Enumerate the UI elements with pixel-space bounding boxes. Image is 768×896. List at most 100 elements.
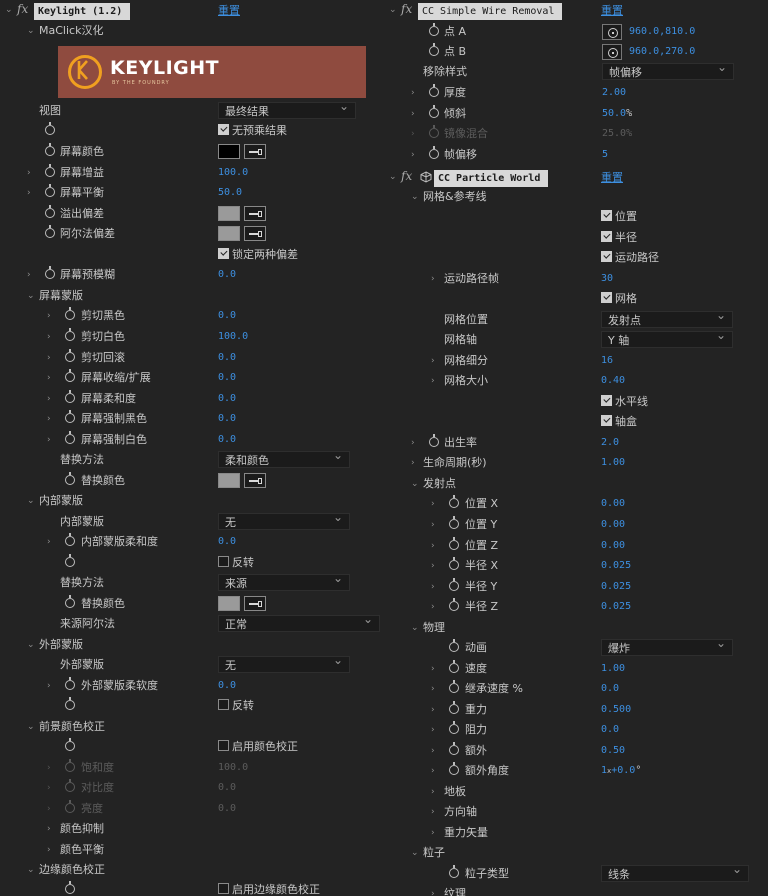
- producer-group[interactable]: ⌄ 发射点: [384, 474, 768, 494]
- enable-edge-correction-checkbox[interactable]: 启用边缘颜色校正: [218, 880, 320, 896]
- removal-style-dropdown[interactable]: 帧偏移: [602, 59, 734, 80]
- longevity-value[interactable]: 1.00: [601, 453, 625, 473]
- expand-arrow-icon[interactable]: ›: [431, 536, 435, 556]
- stopwatch-icon[interactable]: [429, 84, 439, 97]
- source-alpha-dropdown[interactable]: 正常: [218, 611, 380, 632]
- param-value[interactable]: 0.00: [601, 494, 625, 514]
- outside-mask-group[interactable]: ⌄ 外部蒙版: [0, 635, 384, 655]
- stopwatch-icon[interactable]: [65, 881, 75, 894]
- point-a-value[interactable]: 960.0,810.0: [629, 22, 695, 42]
- point-b-value[interactable]: 960.0,270.0: [629, 42, 695, 62]
- param-value[interactable]: 0.00: [601, 536, 625, 556]
- guide-radius-checkbox[interactable]: 半径: [601, 228, 637, 248]
- expand-arrow-icon[interactable]: ›: [411, 453, 415, 473]
- extra-angle-degrees[interactable]: +0.0: [611, 765, 635, 776]
- effect-name-keylight[interactable]: Keylight (1.2): [34, 3, 131, 20]
- stopwatch-icon[interactable]: [45, 143, 55, 156]
- expand-arrow-icon[interactable]: ›: [431, 269, 435, 289]
- effect-name-wire-removal[interactable]: CC Simple Wire Removal: [418, 3, 563, 20]
- stopwatch-icon[interactable]: [65, 369, 75, 382]
- resistance-value[interactable]: 0.0: [601, 720, 619, 740]
- crosshair-icon[interactable]: [602, 44, 622, 60]
- collapse-arrow-icon[interactable]: ⌄: [389, 172, 397, 182]
- particle-group[interactable]: ⌄ 粒子: [384, 843, 768, 863]
- inside-replace-method-dropdown[interactable]: 来源: [218, 570, 350, 591]
- expand-arrow-icon[interactable]: ›: [431, 823, 435, 843]
- collapse-arrow-icon[interactable]: ⌄: [27, 860, 35, 880]
- collapse-arrow-icon[interactable]: ⌄: [27, 286, 35, 306]
- param-value[interactable]: 0.025: [601, 556, 631, 576]
- stopwatch-icon[interactable]: [65, 595, 75, 608]
- checkbox-checked-icon[interactable]: [601, 231, 612, 242]
- stopwatch-icon[interactable]: [449, 865, 459, 878]
- replace-colour-swatch[interactable]: [218, 473, 240, 488]
- collapse-arrow-icon[interactable]: ⌄: [27, 491, 35, 511]
- collapse-arrow-icon[interactable]: ⌄: [411, 618, 419, 638]
- screen-preblur-value[interactable]: 0.0: [218, 265, 236, 285]
- screen-colour-swatch[interactable]: [218, 144, 240, 159]
- gravity-value[interactable]: 0.500: [601, 700, 631, 720]
- about-group[interactable]: ⌄ MaClick汉化: [0, 21, 384, 41]
- screen-balance-value[interactable]: 50.0: [218, 183, 242, 203]
- expand-arrow-icon[interactable]: ›: [47, 327, 51, 347]
- stopwatch-icon[interactable]: [429, 434, 439, 447]
- reset-button[interactable]: 重置: [601, 167, 623, 189]
- expand-arrow-icon[interactable]: ›: [431, 556, 435, 576]
- eyedropper-icon[interactable]: [244, 226, 266, 241]
- collapse-arrow-icon[interactable]: ⌄: [411, 474, 419, 494]
- fx-toggle-icon[interactable]: fx: [401, 169, 412, 183]
- stopwatch-icon[interactable]: [65, 349, 75, 362]
- expand-arrow-icon[interactable]: ›: [431, 577, 435, 597]
- param-value[interactable]: 0.0: [218, 430, 236, 450]
- stopwatch-icon[interactable]: [449, 742, 459, 755]
- inside-mask-dropdown[interactable]: 无: [218, 509, 350, 530]
- particle-type-dropdown[interactable]: 线条: [601, 861, 749, 882]
- eyedropper-icon[interactable]: [244, 473, 266, 488]
- stopwatch-icon[interactable]: [65, 472, 75, 485]
- stopwatch-icon[interactable]: [429, 43, 439, 56]
- expand-arrow-icon[interactable]: ›: [47, 409, 51, 429]
- expand-arrow-icon[interactable]: ›: [431, 351, 435, 371]
- stopwatch-icon[interactable]: [449, 495, 459, 508]
- colour-balancing-row[interactable]: › 颜色平衡: [0, 840, 384, 860]
- eyedropper-icon[interactable]: [244, 144, 266, 159]
- expand-arrow-icon[interactable]: ›: [431, 761, 435, 781]
- param-value[interactable]: 100.0: [218, 327, 248, 347]
- stopwatch-icon[interactable]: [45, 164, 55, 177]
- outside-invert-checkbox[interactable]: 反转: [218, 696, 254, 716]
- inherit-velocity-value[interactable]: 0.0: [601, 679, 619, 699]
- checkbox-checked-icon[interactable]: [601, 395, 612, 406]
- texture-row[interactable]: › 纹理: [384, 884, 768, 896]
- expand-arrow-icon[interactable]: ›: [431, 679, 435, 699]
- direction-axis-row[interactable]: › 方向轴: [384, 802, 768, 822]
- param-value[interactable]: 0.00: [601, 515, 625, 535]
- screen-matte-group[interactable]: ⌄ 屏幕蒙版: [0, 286, 384, 306]
- expand-arrow-icon[interactable]: ›: [431, 782, 435, 802]
- expand-arrow-icon[interactable]: ›: [47, 430, 51, 450]
- guide-grid-checkbox[interactable]: 网格: [601, 289, 637, 309]
- expand-arrow-icon[interactable]: ›: [431, 371, 435, 391]
- fx-toggle-icon[interactable]: fx: [401, 2, 412, 16]
- expand-arrow-icon[interactable]: ›: [47, 368, 51, 388]
- param-value[interactable]: 0.025: [601, 577, 631, 597]
- motion-path-frames-value[interactable]: 30: [601, 269, 613, 289]
- grid-guides-group[interactable]: ⌄ 网格&参考线: [384, 187, 768, 207]
- eyedropper-icon[interactable]: [244, 206, 266, 221]
- fx-toggle-icon[interactable]: fx: [17, 2, 28, 16]
- grid-position-dropdown[interactable]: 发射点: [601, 307, 733, 328]
- outside-mask-dropdown[interactable]: 无: [218, 652, 350, 673]
- collapse-arrow-icon[interactable]: ⌄: [27, 635, 35, 655]
- stopwatch-icon[interactable]: [65, 697, 75, 710]
- expand-arrow-icon[interactable]: ›: [27, 265, 31, 285]
- outside-mask-softness-value[interactable]: 0.0: [218, 676, 236, 696]
- stopwatch-icon[interactable]: [449, 721, 459, 734]
- stopwatch-icon[interactable]: [65, 533, 75, 546]
- floor-row[interactable]: › 地板: [384, 782, 768, 802]
- param-value[interactable]: 0.0: [218, 389, 236, 409]
- axis-box-checkbox[interactable]: 轴盒: [601, 412, 637, 432]
- guide-motion-path-checkbox[interactable]: 运动路径: [601, 248, 659, 268]
- stopwatch-icon[interactable]: [449, 680, 459, 693]
- stopwatch-icon[interactable]: [449, 762, 459, 775]
- stopwatch-icon[interactable]: [429, 23, 439, 36]
- guide-position-checkbox[interactable]: 位置: [601, 207, 637, 227]
